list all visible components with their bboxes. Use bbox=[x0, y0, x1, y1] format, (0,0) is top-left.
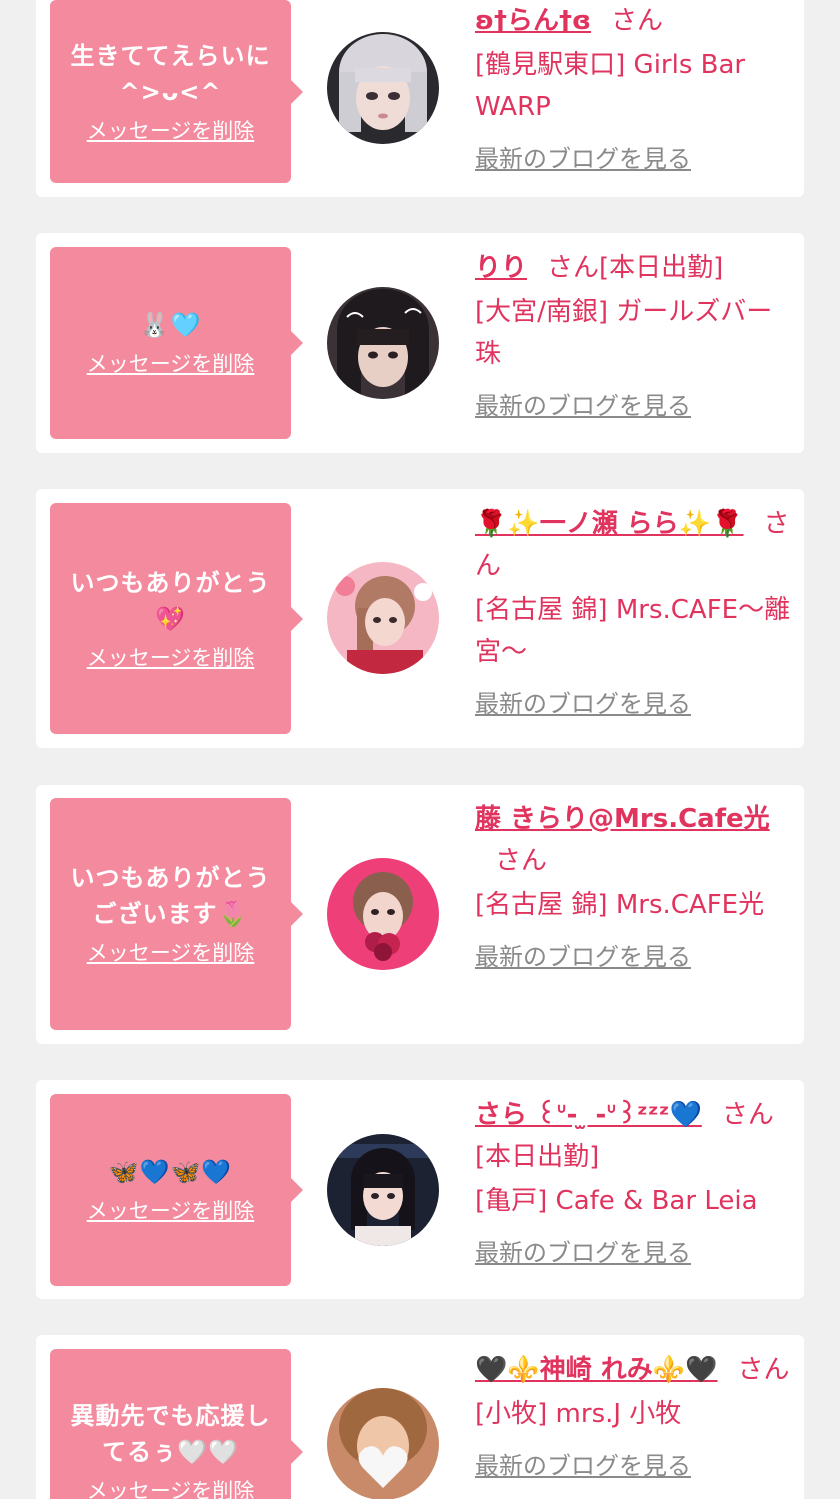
honorific: さん bbox=[721, 1100, 774, 1130]
cast-info: 🖤⚜️神崎 れみ⚜️🖤 さん [小牧] mrs.J 小牧最新のブログを見る bbox=[475, 1349, 795, 1483]
honorific: さん bbox=[547, 253, 600, 283]
avatar[interactable] bbox=[327, 858, 439, 970]
message-card: 🦋💙🦋💙 メッセージを削除 さら ꒰ᐡ- ̫ -ᐡ꒱ᶻᶻᶻ💙 さん [本日出勤] [亀戸]… bbox=[36, 1080, 804, 1299]
cast-name-line: 🌹✨一ノ瀬 らら✨🌹 さん bbox=[475, 503, 795, 587]
message-text: いつもありがとう ございます🌷 bbox=[70, 864, 271, 928]
honorific: さん bbox=[737, 1355, 790, 1385]
message-text: 🐰🩵 bbox=[139, 311, 202, 339]
cast-name-link[interactable]: りり bbox=[475, 253, 527, 283]
latest-blog-link[interactable]: 最新のブログを見る bbox=[475, 687, 691, 721]
latest-blog-link[interactable]: 最新のブログを見る bbox=[475, 1449, 691, 1483]
cast-name-link[interactable]: 🖤⚜️神崎 れみ⚜️🖤 bbox=[475, 1355, 718, 1385]
cast-name-line: りり さん[本日出勤] bbox=[475, 247, 795, 289]
latest-blog-link[interactable]: 最新のブログを見る bbox=[475, 389, 691, 423]
honorific: さん bbox=[611, 6, 664, 36]
message-bubble: 🐰🩵 メッセージを削除 bbox=[50, 247, 303, 439]
cast-info: 🌹✨一ノ瀬 らら✨🌹 さん [名古屋 錦] Mrs.CAFE〜離宮〜最新のブログを見… bbox=[475, 503, 795, 721]
cast-name-link[interactable]: ʚ†らん†ɞ bbox=[475, 6, 591, 36]
shop-name: [鶴見駅東口] Girls Bar WARP bbox=[475, 50, 746, 122]
latest-blog-link[interactable]: 最新のブログを見る bbox=[475, 1236, 691, 1270]
cast-name-link[interactable]: さら ꒰ᐡ- ̫ -ᐡ꒱ᶻᶻᶻ💙 bbox=[475, 1100, 702, 1130]
avatar[interactable] bbox=[327, 1134, 439, 1246]
avatar[interactable] bbox=[327, 562, 439, 674]
shop-name: [大宮/南銀] ガールズバー 珠 bbox=[475, 297, 773, 369]
avatar[interactable] bbox=[327, 287, 439, 399]
attendance-status: [本日出勤] bbox=[599, 253, 724, 283]
message-list-viewport[interactable]: 生きててえらいに ^>ᴗ<^ メッセージを削除 ʚ†らん†ɞ さん [鶴見駅東口] Gi… bbox=[0, 0, 840, 1499]
message-card: 🐰🩵 メッセージを削除 りり さん[本日出勤] [大宮/南銀] ガールズバー 珠最新のブ… bbox=[36, 233, 804, 453]
message-bubble: いつもありがとう 💖 メッセージを削除 bbox=[50, 503, 303, 734]
delete-message-link[interactable]: メッセージを削除 bbox=[87, 1476, 255, 1499]
message-bubble: いつもありがとう ございます🌷 メッセージを削除 bbox=[50, 798, 303, 1030]
cast-info: 藤 きらり@Mrs.Cafe光さん [名古屋 錦] Mrs.CAFE光最新のブログ… bbox=[475, 798, 795, 974]
latest-blog-link[interactable]: 最新のブログを見る bbox=[475, 142, 691, 176]
delete-message-link[interactable]: メッセージを削除 bbox=[87, 116, 255, 146]
shop-name: [名古屋 錦] Mrs.CAFE〜離宮〜 bbox=[475, 595, 791, 667]
delete-message-link[interactable]: メッセージを削除 bbox=[87, 938, 255, 968]
shop-name: [小牧] mrs.J 小牧 bbox=[475, 1399, 682, 1429]
avatar[interactable] bbox=[327, 32, 439, 144]
cast-name-link[interactable]: 藤 きらり@Mrs.Cafe光 bbox=[475, 804, 770, 834]
delete-message-link[interactable]: メッセージを削除 bbox=[87, 1196, 255, 1226]
avatar[interactable] bbox=[327, 1388, 439, 1499]
message-text: 🦋💙🦋💙 bbox=[108, 1158, 233, 1186]
message-bubble: 異動先でも応援し てるぅ🤍🤍 メッセージを削除 bbox=[50, 1349, 303, 1499]
cast-name-line: さら ꒰ᐡ- ̫ -ᐡ꒱ᶻᶻᶻ💙 さん [本日出勤] bbox=[475, 1094, 795, 1178]
attendance-status: [本日出勤] bbox=[475, 1142, 600, 1172]
cast-name-line: 🖤⚜️神崎 れみ⚜️🖤 さん bbox=[475, 1349, 795, 1391]
message-text: 異動先でも応援し てるぅ🤍🤍 bbox=[70, 1402, 271, 1466]
message-card: いつもありがとう 💖 メッセージを削除 🌹✨一ノ瀬 らら✨🌹 さん [名古屋 錦] Mr… bbox=[36, 489, 804, 748]
cast-info: さら ꒰ᐡ- ̫ -ᐡ꒱ᶻᶻᶻ💙 さん [本日出勤] [亀戸] Cafe & Bar … bbox=[475, 1094, 795, 1270]
shop-name: [亀戸] Cafe & Bar Leia bbox=[475, 1186, 758, 1216]
cast-name-line: ʚ†らん†ɞ さん bbox=[475, 0, 795, 42]
message-card: 異動先でも応援し てるぅ🤍🤍 メッセージを削除 🖤⚜️神崎 れみ⚜️🖤 さん [小牧] … bbox=[36, 1335, 804, 1499]
shop-name: [名古屋 錦] Mrs.CAFE光 bbox=[475, 890, 765, 920]
honorific: さん bbox=[495, 846, 548, 876]
message-text: 生きててえらいに ^>ᴗ<^ bbox=[70, 41, 271, 106]
delete-message-link[interactable]: メッセージを削除 bbox=[87, 349, 255, 379]
cast-name-link[interactable]: 🌹✨一ノ瀬 らら✨🌹 bbox=[475, 509, 744, 539]
message-card: いつもありがとう ございます🌷 メッセージを削除 藤 きらり@Mrs.Cafe光さん… bbox=[36, 785, 804, 1044]
latest-blog-link[interactable]: 最新のブログを見る bbox=[475, 940, 691, 974]
cast-info: りり さん[本日出勤] [大宮/南銀] ガールズバー 珠最新のブログを見る bbox=[475, 247, 795, 423]
cast-info: ʚ†らん†ɞ さん [鶴見駅東口] Girls Bar WARP 最新のブログを見る bbox=[475, 0, 795, 176]
message-card: 生きててえらいに ^>ᴗ<^ メッセージを削除 ʚ†らん†ɞ さん [鶴見駅東口] Gi… bbox=[36, 0, 804, 197]
message-text: いつもありがとう 💖 bbox=[70, 568, 271, 633]
cast-name-line: 藤 きらり@Mrs.Cafe光さん bbox=[475, 798, 795, 882]
message-bubble: 生きててえらいに ^>ᴗ<^ メッセージを削除 bbox=[50, 0, 303, 183]
message-bubble: 🦋💙🦋💙 メッセージを削除 bbox=[50, 1094, 303, 1286]
delete-message-link[interactable]: メッセージを削除 bbox=[87, 643, 255, 673]
